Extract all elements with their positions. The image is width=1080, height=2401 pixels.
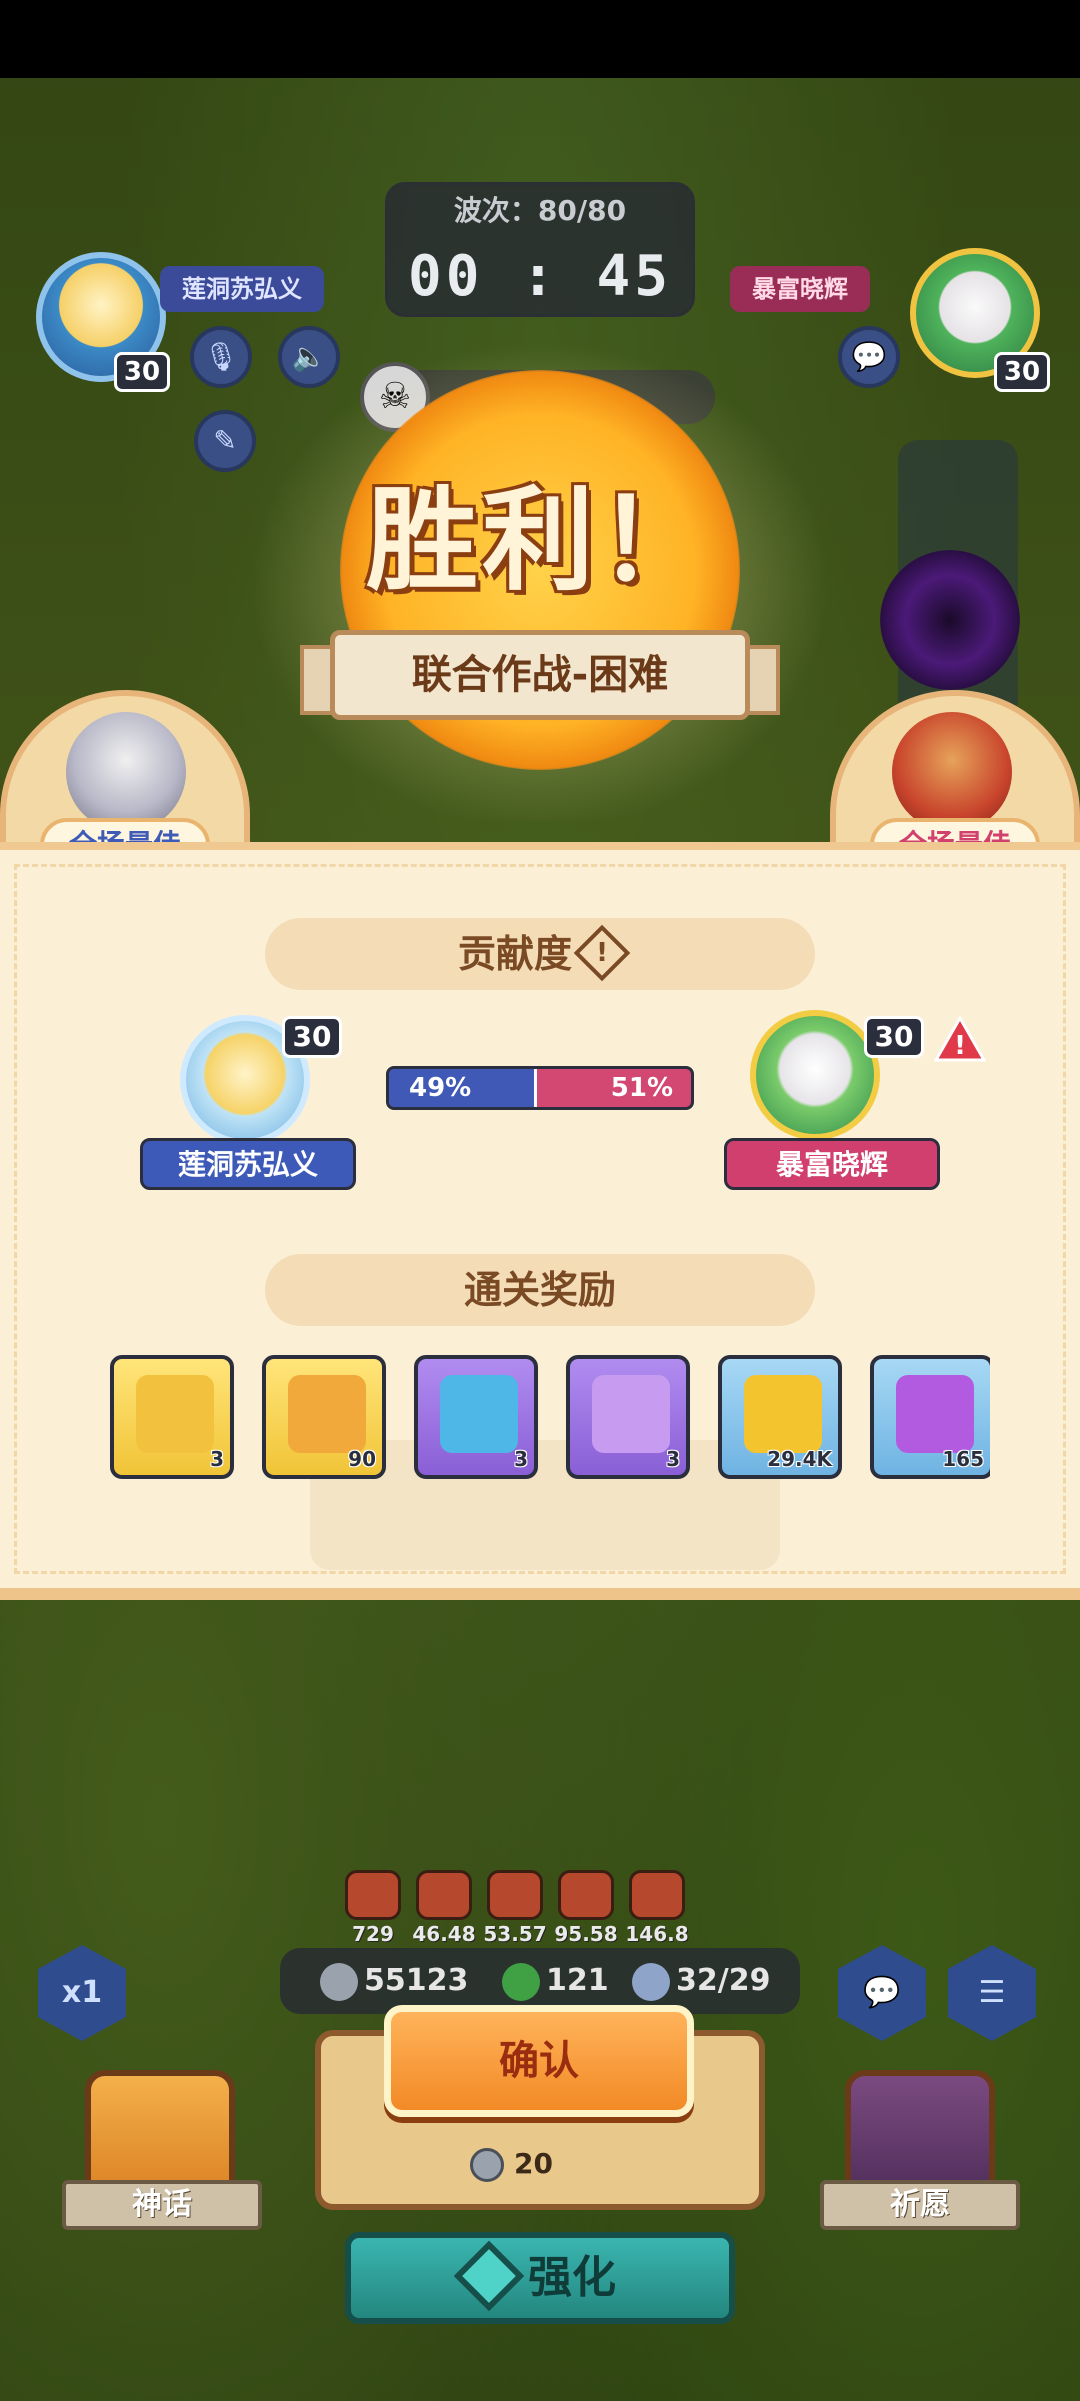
reward-item[interactable]: 90: [262, 1355, 386, 1479]
contribution-right-name: 暴富晓辉: [724, 1138, 940, 1190]
chat-icon: 💬: [863, 1975, 901, 2010]
mode-ribbon: 联合作战-困难: [330, 630, 750, 720]
heart-stat-icon: [416, 1870, 472, 1920]
stat-value: 53.57: [483, 1922, 547, 1946]
contribution-right-level: 30: [864, 1016, 924, 1058]
silver-coin-icon: [320, 1962, 358, 2001]
myth-label[interactable]: 神话: [62, 2180, 262, 2230]
menu-icon: ☰: [978, 1975, 1006, 2010]
contribution-right-percent: 51%: [610, 1073, 673, 1103]
silver-coin-icon: [470, 2148, 504, 2182]
contribution-left-name: 莲洞苏弘义: [140, 1138, 356, 1190]
reward-item[interactable]: 3: [566, 1355, 690, 1479]
wave-counter: 波次：80/80: [453, 194, 627, 227]
upgrade-arrow-icon: [453, 2240, 525, 2312]
left-player-level-badge: 30: [114, 352, 170, 392]
sword-stat-icon: [629, 1870, 685, 1920]
stat-item: 95.58: [546, 1870, 626, 1946]
purple-ore-icon: [896, 1375, 974, 1453]
pray-label[interactable]: 祈愿: [820, 2180, 1020, 2230]
contribution-right-avatar: [750, 1010, 880, 1140]
upgrade-cost: 20: [470, 2142, 610, 2186]
contribution-left-level: 30: [282, 1016, 342, 1058]
clover-icon: [502, 1962, 540, 2001]
reward-count: 90: [348, 1447, 376, 1471]
attack-stat-icon: [345, 1870, 401, 1920]
contribution-bar: 49% 51%: [386, 1066, 694, 1110]
gold-coin-icon: [744, 1375, 822, 1453]
victory-title: 胜利！: [366, 476, 714, 606]
reward-item[interactable]: 3: [414, 1355, 538, 1479]
timer-stat-icon: [487, 1870, 543, 1920]
reward-count: 165: [942, 1447, 984, 1471]
confirm-button[interactable]: 确认: [384, 2005, 694, 2117]
purple-chest-icon: [592, 1375, 670, 1453]
stat-value: 46.48: [412, 1922, 476, 1946]
stat-item: 146.8: [617, 1870, 697, 1946]
reward-count: 3: [514, 1447, 528, 1471]
helmet-icon: [632, 1962, 670, 2001]
reward-item[interactable]: 29.4K: [718, 1355, 842, 1479]
key-icon: [288, 1375, 366, 1453]
stat-value: 146.8: [625, 1922, 689, 1946]
reward-count: 29.4K: [767, 1447, 832, 1471]
rewards-heading: 通关奖励: [265, 1254, 815, 1326]
reward-item[interactable]: 165: [870, 1355, 990, 1479]
reward-list: 3 90 3 3 29.4K 165: [110, 1355, 990, 1485]
stat-value: 729: [352, 1922, 394, 1946]
silver-resource: 55123: [320, 1958, 468, 2004]
wave-timer-panel: 波次：80/80 00 : 45: [385, 182, 695, 317]
strengthen-button[interactable]: 强化: [345, 2232, 735, 2324]
stat-item: 46.48: [404, 1870, 484, 1946]
contribution-left-percent: 49%: [409, 1073, 472, 1103]
bear-hero-icon: [892, 712, 1012, 832]
enemy-portal: [880, 550, 1020, 690]
stat-value: 95.58: [554, 1922, 618, 1946]
owl-hero-icon: [66, 712, 186, 832]
strengthen-label: 强化: [528, 2252, 616, 2303]
reward-count: 3: [210, 1447, 224, 1471]
status-bar: [0, 0, 1080, 78]
right-player-level-badge: 30: [994, 352, 1050, 392]
stat-item: 53.57: [475, 1870, 555, 1946]
contribution-heading: 贡献度!: [265, 918, 815, 990]
warning-icon[interactable]: !: [934, 1016, 986, 1062]
svg-text:!: !: [954, 1031, 966, 1061]
stat-item: 729: [333, 1870, 413, 1946]
unit-resource: 32/29: [632, 1958, 770, 2004]
info-icon[interactable]: !: [573, 924, 631, 981]
reward-item[interactable]: 3: [110, 1355, 234, 1479]
reward-count: 3: [666, 1447, 680, 1471]
gold-chest-icon: [136, 1375, 214, 1453]
fist-stat-icon: [558, 1870, 614, 1920]
clover-resource: 121: [502, 1958, 609, 2004]
crystal-icon: [440, 1375, 518, 1453]
contribution-heading-label: 贡献度: [457, 932, 572, 976]
